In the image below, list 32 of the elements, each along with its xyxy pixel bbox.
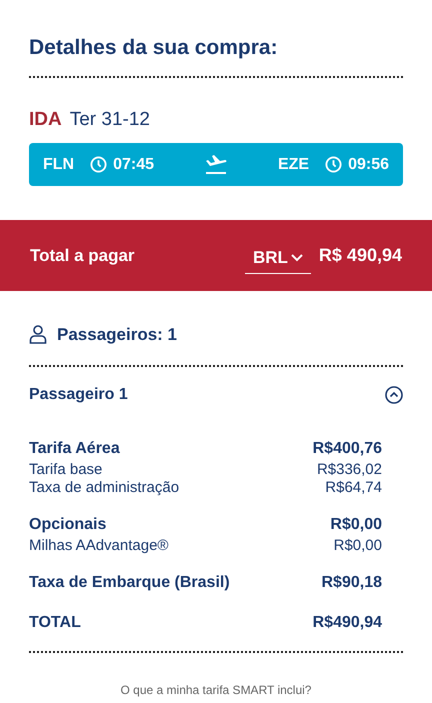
flight-date: Ter 31-12 [70,108,150,132]
plane-icon [204,154,228,174]
fare-item-amount: R$336,02 [316,460,382,478]
airport-code: FLN [43,154,74,174]
currency-select[interactable]: BRL [244,245,311,274]
fare-item-label: Tarifa base [29,460,102,478]
direction-label: IDA [29,108,62,132]
airport-code: EZE [278,154,310,174]
section-title: Detalhes da sua compra: [29,35,279,61]
person-icon [29,325,47,344]
fare-label: Tarifa Aérea [29,438,120,458]
fare-amount: R$90,18 [322,572,382,592]
fare-item-label: Taxa de administração [29,478,180,496]
fare-amount: R$490,94 [312,612,382,632]
fare-item-label: Milhas AAdvantage® [29,536,168,554]
flight-time: 07:45 [113,154,154,174]
clock-icon [325,156,342,173]
chevron-down-icon [290,254,303,262]
fare-amount: R$0,00 [330,514,382,534]
flight-time: 09:56 [348,154,389,174]
fare-label: TOTAL [29,612,81,632]
clock-icon [90,156,108,173]
total-amount: R$ 490,94 [318,244,402,267]
total-label: Total a pagar [30,244,136,267]
fare-label: Taxa de Embarque (Brasil) [29,572,230,592]
passenger-header[interactable]: Passageiro 1 [29,366,403,406]
fare-info-link[interactable]: O que a minha tarifa SMART inclui? [120,680,312,698]
fare-amount: R$400,76 [312,438,382,458]
fare-item-amount: R$0,00 [334,536,382,554]
fare-label: Opcionais [29,514,106,534]
passengers-count: Passageiros: 1 [57,324,178,346]
fare-item-amount: R$64,74 [325,478,382,496]
